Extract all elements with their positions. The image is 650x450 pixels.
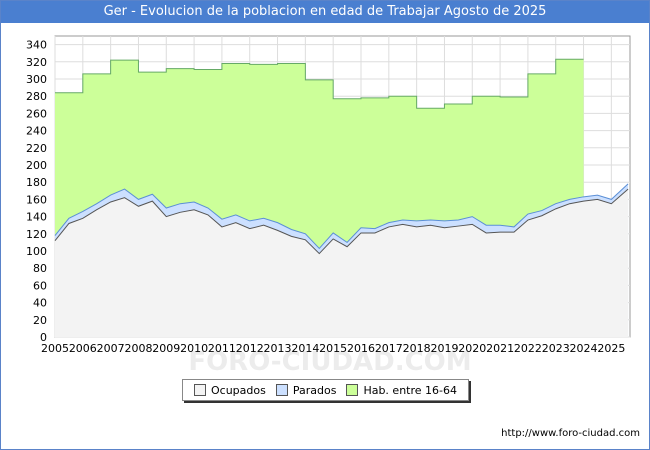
- legend-label-parados: Parados: [292, 383, 337, 397]
- legend-swatch-ocupados: [193, 384, 206, 396]
- x-tick-label-16: 2021: [486, 342, 514, 355]
- legend-label-ocupados: Ocupados: [210, 383, 266, 397]
- x-tick-label-17: 2022: [514, 342, 542, 355]
- x-tick-label-2: 2007: [97, 342, 125, 355]
- y-tick-label-9: 180: [26, 176, 47, 189]
- x-tick-label-9: 2014: [291, 342, 319, 355]
- y-tick-label-11: 220: [26, 142, 47, 155]
- x-tick-label-13: 2018: [403, 342, 431, 355]
- x-tick-label-1: 2006: [69, 342, 97, 355]
- y-tick-label-3: 60: [33, 279, 47, 292]
- y-tick-label-2: 40: [33, 297, 47, 310]
- legend-swatch-hab: [346, 384, 359, 396]
- y-tick-label-6: 120: [26, 228, 47, 241]
- legend-item-hab: Hab. entre 16-64: [346, 384, 457, 397]
- x-tick-label-6: 2011: [208, 342, 236, 355]
- y-tick-label-17: 340: [26, 39, 47, 52]
- y-tick-label-5: 100: [26, 245, 47, 258]
- y-tick-label-15: 300: [26, 73, 47, 86]
- x-tick-label-11: 2016: [347, 342, 375, 355]
- y-tick-label-7: 140: [26, 211, 47, 224]
- source-url: http://www.foro-ciudad.com: [501, 428, 640, 439]
- legend-label-hab: Hab. entre 16-64: [363, 383, 457, 397]
- y-tick-label-16: 320: [26, 56, 47, 69]
- x-tick-label-8: 2013: [264, 342, 292, 355]
- x-tick-label-0: 2005: [41, 342, 69, 355]
- legend-item-ocupados: Ocupados: [193, 383, 266, 397]
- x-tick-label-15: 2020: [458, 342, 486, 355]
- legend-item-parados: Parados: [275, 383, 337, 397]
- x-tick-label-14: 2019: [430, 342, 458, 355]
- x-tick-label-18: 2023: [542, 342, 570, 355]
- legend-swatch-parados: [275, 384, 288, 396]
- y-tick-label-8: 160: [26, 193, 47, 206]
- x-axis-ticks: 2005 2006 2007 2008 2009 2010 2011 2012 2013 2014…: [41, 342, 625, 355]
- y-tick-label-1: 20: [33, 314, 47, 327]
- x-tick-label-7: 2012: [236, 342, 264, 355]
- legend: Ocupados Parados Hab. entre 16-64: [182, 379, 469, 401]
- y-tick-label-10: 200: [26, 159, 47, 172]
- y-tick-label-4: 80: [33, 262, 47, 275]
- y-axis-ticks: 0204060801001201401601802002202402602803…: [26, 39, 47, 344]
- x-tick-label-3: 2008: [124, 342, 152, 355]
- y-tick-label-12: 240: [26, 125, 47, 138]
- x-tick-label-5: 2010: [180, 342, 208, 355]
- series-areas: [54, 58, 629, 337]
- y-tick-label-14: 280: [26, 90, 47, 103]
- x-tick-label-10: 2015: [319, 342, 347, 355]
- x-tick-label-20: 2025: [597, 342, 625, 355]
- y-tick-label-13: 260: [26, 107, 47, 120]
- x-tick-label-4: 2009: [152, 342, 180, 355]
- x-tick-label-12: 2017: [375, 342, 403, 355]
- x-tick-label-19: 2024: [570, 342, 598, 355]
